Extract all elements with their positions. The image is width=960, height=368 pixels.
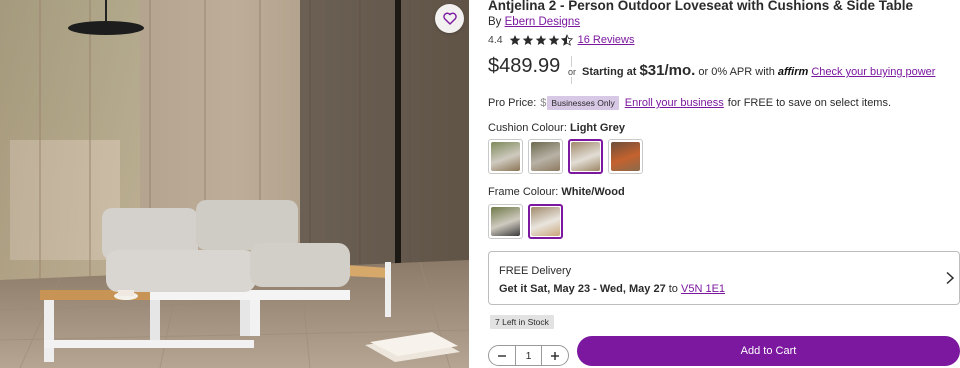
product-image[interactable] — [0, 0, 469, 368]
reviews-link[interactable]: 16 Reviews — [578, 34, 635, 46]
brand-line: By Ebern Designs — [488, 16, 580, 28]
cushion-swatch-2[interactable] — [528, 139, 563, 174]
stock-badge: 7 Left in Stock — [490, 315, 554, 329]
star-rating — [509, 34, 573, 46]
frame-colour-selected: White/Wood — [561, 186, 625, 198]
frame-swatch-2-white-wood[interactable] — [528, 204, 563, 239]
delivery-title: FREE Delivery — [499, 265, 572, 277]
price-row: $489.99 or Starting at $31/mo. or 0% APR… — [488, 54, 960, 86]
swatch-thumbnail — [491, 142, 520, 171]
pro-price-dollar: $ — [540, 97, 547, 109]
quantity-value[interactable]: 1 — [515, 346, 542, 365]
postal-code-link[interactable]: V5N 1E1 — [681, 283, 725, 295]
pro-price-tail: for FREE to save on select items. — [727, 97, 892, 109]
frame-swatches — [488, 204, 563, 239]
add-to-cart-button[interactable]: Add to Cart — [577, 336, 960, 366]
cushion-swatches — [488, 139, 643, 174]
frame-colour-label: Frame Colour: White/Wood — [488, 186, 625, 198]
or-label: or — [567, 67, 578, 77]
star-half-icon — [560, 34, 573, 46]
swatch-thumbnail — [571, 142, 600, 171]
product-photo — [0, 0, 469, 368]
brand-link[interactable]: Ebern Designs — [505, 16, 580, 28]
rating-row: 4.4 16 Reviews — [488, 34, 634, 46]
star-full-icon — [548, 35, 559, 45]
buying-power-link[interactable]: Check your buying power — [811, 66, 935, 78]
plus-icon — [551, 351, 559, 360]
chevron-right-icon — [946, 271, 955, 285]
swatch-thumbnail — [531, 142, 560, 171]
rating-value: 4.4 — [488, 34, 503, 46]
star-full-icon — [509, 35, 520, 45]
cushion-swatch-1[interactable] — [488, 139, 523, 174]
star-full-icon — [535, 35, 546, 45]
pro-price-label: Pro Price: — [488, 97, 537, 109]
delivery-to-label: to — [668, 283, 678, 295]
cushion-colour-title: Cushion Colour: — [488, 122, 567, 134]
apr-text: or 0% APR with — [698, 66, 775, 78]
pro-price-hidden: $ Businesses Only — [540, 96, 619, 110]
product-details: Antjelina 2 - Person Outdoor Loveseat wi… — [488, 0, 960, 368]
minus-icon — [498, 354, 506, 357]
product-price: $489.99 — [488, 55, 561, 77]
increase-quantity-button[interactable] — [542, 346, 568, 365]
cushion-colour-label: Cushion Colour: Light Grey — [488, 122, 625, 134]
starting-label: Starting at — [582, 66, 637, 78]
product-title: Antjelina 2 - Person Outdoor Loveseat wi… — [488, 0, 914, 13]
heart-icon — [442, 12, 457, 25]
businesses-only-badge: Businesses Only — [547, 96, 619, 110]
by-label: By — [488, 16, 502, 28]
star-full-icon — [522, 35, 533, 45]
delivery-dates: Get it Sat, May 23 - Wed, May 27 — [499, 283, 666, 295]
cushion-swatch-4[interactable] — [608, 139, 643, 174]
monthly-price: $31/mo. — [639, 62, 696, 79]
cushion-colour-selected: Light Grey — [569, 122, 625, 134]
frame-colour-title: Frame Colour: — [488, 186, 559, 198]
cushion-swatch-3-light-grey[interactable] — [568, 139, 603, 174]
delivery-info[interactable]: FREE Delivery Get it Sat, May 23 - Wed, … — [488, 251, 960, 305]
financing-info: Starting at $31/mo. or 0% APR with affir… — [582, 62, 935, 79]
swatch-thumbnail — [611, 142, 640, 171]
pro-price-row: Pro Price: $ Businesses Only Enroll your … — [488, 96, 891, 110]
delivery-estimate: Get it Sat, May 23 - Wed, May 27 to V5N … — [499, 283, 725, 295]
frame-swatch-1[interactable] — [488, 204, 523, 239]
swatch-thumbnail — [531, 207, 560, 236]
quantity-stepper: 1 — [488, 345, 569, 366]
swatch-thumbnail — [491, 207, 520, 236]
enroll-business-link[interactable]: Enroll your business — [625, 97, 724, 109]
decrease-quantity-button[interactable] — [489, 346, 515, 365]
favorite-button[interactable] — [435, 4, 464, 33]
affirm-logo: affirm — [777, 66, 809, 78]
